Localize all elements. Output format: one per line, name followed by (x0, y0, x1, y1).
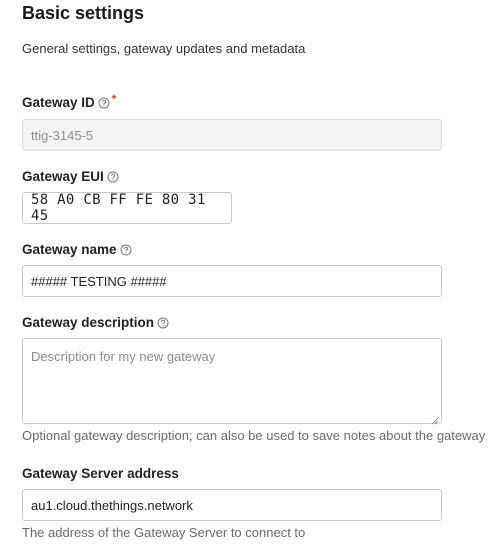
gateway-description-hint: Optional gateway description; can also b… (22, 428, 486, 443)
gateway-description-label: Gateway description (22, 315, 169, 330)
section-subtitle: General settings, gateway updates and me… (22, 41, 306, 56)
gateway-server-address-label: Gateway Server address (22, 466, 179, 481)
gateway-eui-label-text: Gateway EUI (22, 169, 104, 184)
gateway-server-address-input[interactable]: au1.cloud.thethings.network (22, 489, 442, 521)
gateway-eui-label: Gateway EUI (22, 169, 119, 184)
gateway-description-textarea[interactable]: Description for my new gateway (22, 338, 442, 425)
gateway-id-label: Gateway ID * (22, 91, 117, 111)
help-circle-icon[interactable] (120, 244, 132, 256)
gateway-name-label-text: Gateway name (22, 242, 117, 257)
resize-handle-icon[interactable] (431, 413, 439, 425)
gateway-server-address-hint: The address of the Gateway Server to con… (22, 525, 306, 540)
required-asterisk: * (111, 91, 117, 106)
section-title: Basic settings (22, 3, 145, 23)
gateway-description-label-text: Gateway description (22, 315, 155, 330)
gateway-server-address-label-text: Gateway Server address (22, 466, 179, 481)
gateway-id-label-text: Gateway ID (22, 95, 95, 110)
gateway-eui-input[interactable]: 58 A0 CB FF FE 80 31 45 (22, 192, 232, 224)
help-circle-icon[interactable] (157, 317, 169, 329)
gateway-description-placeholder: Description for my new gateway (31, 349, 216, 364)
gateway-id-input[interactable]: ttig-3145-5 (22, 119, 442, 151)
help-circle-icon[interactable] (107, 171, 119, 183)
gateway-name-label: Gateway name (22, 242, 132, 257)
gateway-name-input[interactable]: ##### TESTING ##### (22, 265, 442, 297)
help-circle-icon[interactable] (98, 97, 110, 109)
